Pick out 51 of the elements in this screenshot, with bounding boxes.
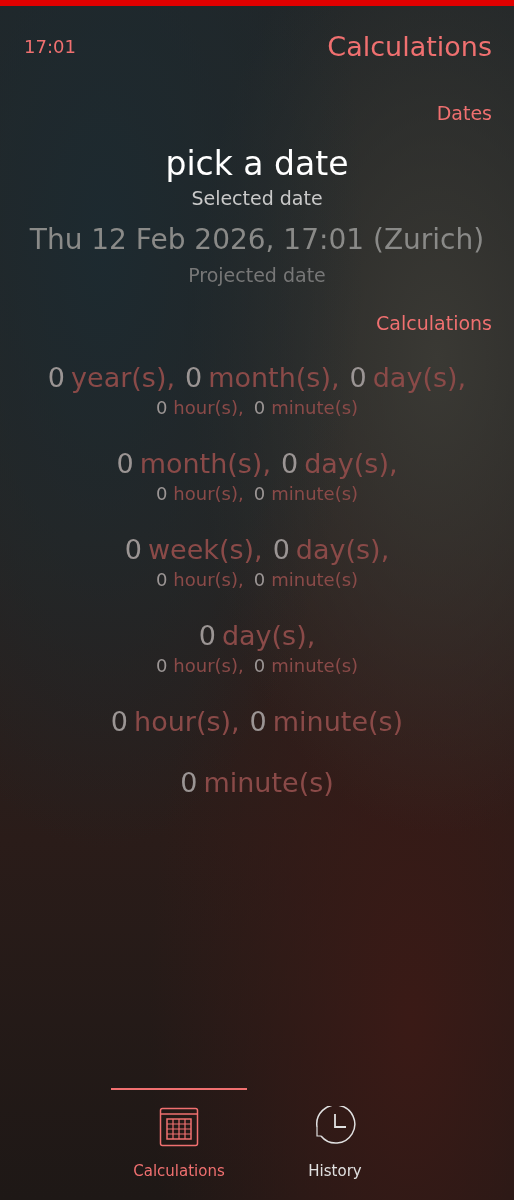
value-text: 0	[180, 767, 198, 798]
unit-text: minute(s)	[272, 706, 404, 737]
value-text: 0	[110, 706, 129, 737]
unit-text: hour(s),	[173, 483, 244, 504]
unit-text: hour(s),	[173, 569, 244, 590]
value-text: 0	[249, 706, 267, 737]
value-text: 0	[185, 362, 203, 393]
projected-date: Thu 12 Feb 2026, 17:01 (Zurich)	[29, 223, 485, 256]
section-header: Dates	[436, 102, 492, 124]
unit-text: minute(s)	[271, 569, 359, 590]
unit-text: month(s),	[139, 448, 271, 479]
page-title: Calculations	[327, 30, 492, 62]
value-text: 0	[155, 483, 168, 504]
value-text: 0	[47, 362, 66, 393]
unit-text: day(s),	[304, 448, 398, 479]
value-text: 0	[155, 397, 168, 418]
unit-text: hour(s),	[173, 655, 244, 676]
field-label: Selected date	[191, 187, 323, 209]
tab[interactable]: Calculations	[111, 1088, 247, 1180]
value-text: 0	[253, 655, 266, 676]
value-text: 0	[155, 655, 168, 676]
value-text: 0	[253, 569, 266, 590]
value-text: 0	[155, 569, 168, 590]
value-text: 0	[124, 534, 142, 565]
calendar-icon	[159, 1107, 199, 1147]
unit-text: day(s),	[221, 620, 316, 651]
value-text: 0	[253, 397, 266, 418]
value-text: 0	[281, 448, 299, 479]
section-header: Calculations	[376, 312, 492, 334]
unit-text: day(s),	[295, 534, 390, 565]
unit-text: hour(s),	[134, 706, 240, 737]
value-text: 0	[198, 620, 216, 651]
unit-text: hour(s),	[173, 397, 244, 418]
unit-text: minute(s)	[271, 655, 359, 676]
tab-label: Calculations	[133, 1162, 225, 1180]
unit-text: minute(s)	[203, 767, 334, 798]
clock-time: 17:01	[24, 35, 76, 57]
value-text: 0	[253, 483, 266, 504]
tab-label: History	[308, 1162, 362, 1180]
field-label: Projected date	[188, 264, 326, 286]
unit-text: minute(s)	[271, 483, 359, 504]
date-picker[interactable]: pick a date	[165, 144, 349, 183]
unit-text: month(s),	[208, 362, 340, 393]
value-text: 0	[116, 448, 134, 479]
unit-text: minute(s)	[271, 397, 359, 418]
tab[interactable]: History	[267, 1088, 403, 1180]
value-text: 0	[349, 362, 367, 393]
value-text: 0	[272, 534, 290, 565]
unit-text: year(s),	[71, 362, 175, 393]
unit-text: day(s),	[372, 362, 467, 393]
unit-text: week(s),	[147, 534, 263, 565]
